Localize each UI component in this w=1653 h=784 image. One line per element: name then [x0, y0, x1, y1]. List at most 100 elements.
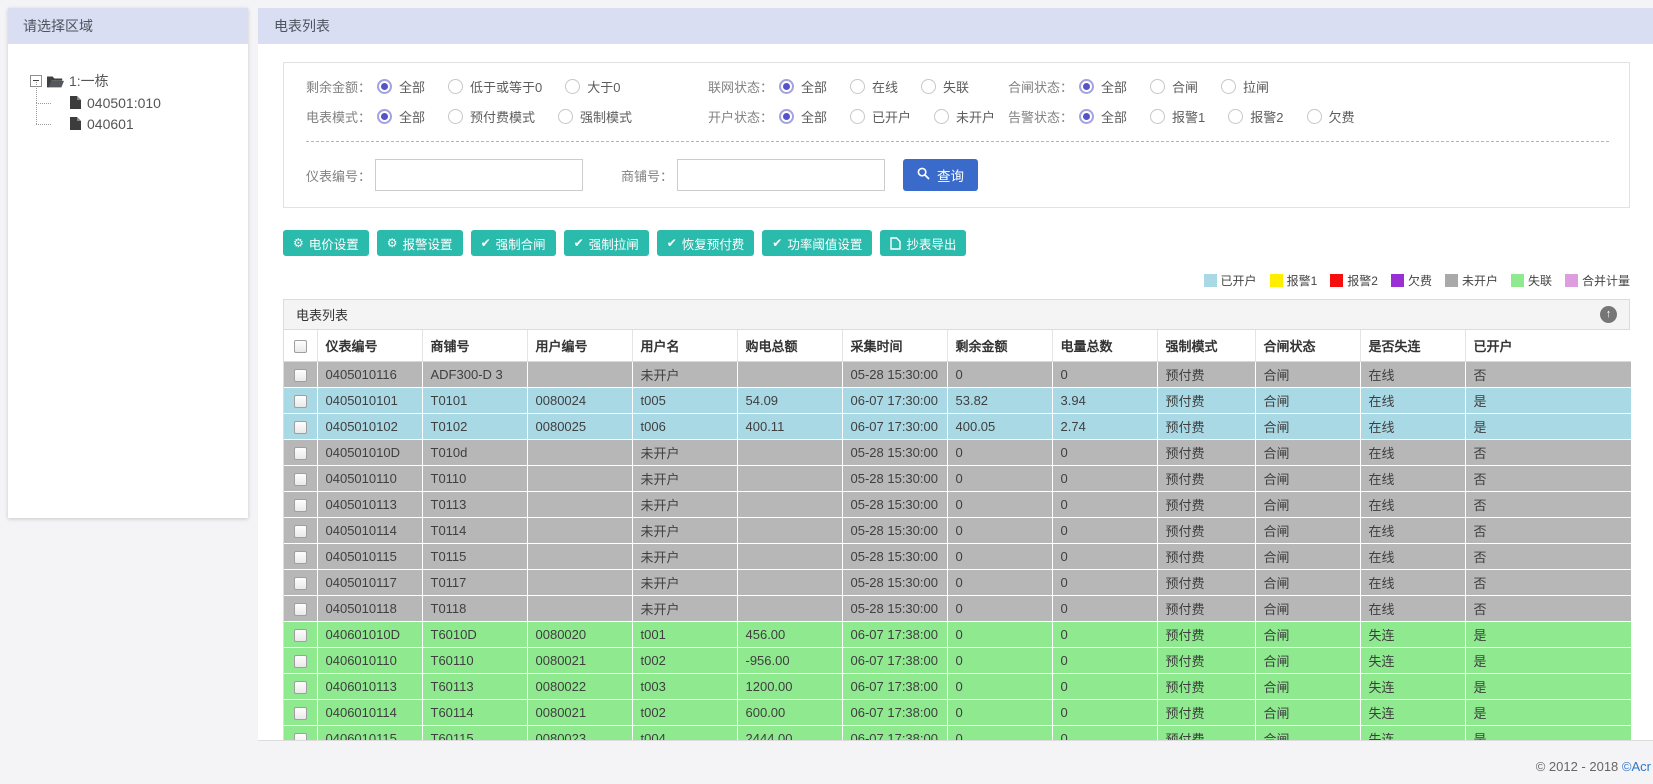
radio-icon[interactable]: [558, 109, 574, 124]
row-checkbox[interactable]: [293, 654, 307, 668]
radio-icon[interactable]: [1150, 79, 1166, 94]
radio-option[interactable]: 预付费模式: [448, 107, 535, 126]
radio-icon[interactable]: [934, 109, 950, 124]
radio-icon[interactable]: [448, 79, 464, 94]
row-checkbox[interactable]: [293, 550, 307, 564]
column-header[interactable]: 剩余金额: [947, 330, 1053, 362]
radio-option[interactable]: 全部: [377, 107, 425, 126]
table-row[interactable]: 0405010101 T0101 0080024 t005 54.09 06-07 17:…: [284, 387, 1631, 414]
radio-option[interactable]: 欠费: [1306, 107, 1355, 126]
table-row[interactable]: 0405010116 ADF300-D 3 未开户 05-28 15:30:00 0 0 预…: [284, 361, 1631, 388]
radio-option[interactable]: 未开户: [934, 107, 995, 126]
column-header[interactable]: 合闸状态: [1255, 330, 1361, 362]
table-row[interactable]: 0405010110 T0110 未开户 05-28 15:30:00 0 0 预付费 合闸在…: [284, 465, 1631, 492]
table-row[interactable]: 0406010115 T60115 0080023 t004 2444.00 06-07 …: [284, 725, 1631, 740]
action-button[interactable]: ✔ 恢复预付费: [656, 230, 755, 256]
table-row[interactable]: 0406010110 T60110 0080021 t002 -956.00 06-07 …: [284, 647, 1631, 674]
action-button[interactable]: 抄表导出: [880, 230, 967, 256]
select-all-checkbox[interactable]: [293, 339, 307, 353]
radio-icon[interactable]: [1306, 109, 1322, 124]
row-checkbox[interactable]: [293, 680, 307, 694]
table-row[interactable]: 0406010113 T60113 0080022 t003 1200.00 06-07 …: [284, 673, 1631, 700]
table-row[interactable]: 040501010D T010d 未开户 05-28 15:30:00 0 0 预付费 合闸在…: [284, 439, 1631, 466]
row-checkbox[interactable]: [293, 628, 307, 642]
action-button-label: 强制拉闸: [588, 237, 639, 252]
table-row[interactable]: 0405010102 T0102 0080025 t006 400.11 06-07 17…: [284, 413, 1631, 440]
column-header[interactable]: 用户编号: [527, 330, 633, 362]
table-row[interactable]: 0406010114 T60114 0080021 t002 600.00 06-07 1…: [284, 699, 1631, 726]
radio-icon[interactable]: [1150, 109, 1166, 124]
radio-icon[interactable]: [377, 79, 393, 94]
radio-option[interactable]: 报警1: [1150, 107, 1205, 126]
action-button[interactable]: ⚙ 电价设置: [283, 230, 369, 256]
row-checkbox[interactable]: [293, 368, 307, 382]
tree-node[interactable]: 040501:010: [30, 82, 240, 113]
radio-option[interactable]: 全部: [779, 77, 827, 96]
column-header[interactable]: 商铺号: [422, 330, 528, 362]
radio-icon[interactable]: [377, 109, 393, 124]
copyright-link[interactable]: ©Acr: [1622, 759, 1651, 774]
collapse-icon[interactable]: [1600, 306, 1617, 323]
radio-icon[interactable]: [779, 79, 795, 94]
row-checkbox[interactable]: [293, 602, 307, 616]
table-row[interactable]: 0405010115 T0115 未开户 05-28 15:30:00 0 0 预付费 合闸在…: [284, 543, 1631, 570]
tree-node[interactable]: 040601: [30, 103, 240, 134]
radio-option[interactable]: 全部: [377, 77, 425, 96]
row-checkbox[interactable]: [293, 472, 307, 486]
row-checkbox[interactable]: [293, 732, 307, 740]
column-header[interactable]: 强制模式: [1157, 330, 1256, 362]
radio-option[interactable]: 全部: [1079, 77, 1127, 96]
tree-node-label[interactable]: 040501:010: [87, 95, 161, 111]
radio-option[interactable]: 强制模式: [558, 107, 632, 126]
radio-option[interactable]: 拉闸: [1221, 77, 1269, 96]
radio-option[interactable]: 全部: [779, 107, 827, 126]
table-row[interactable]: 0405010118 T0118 未开户 05-28 15:30:00 0 0 预付费 合闸在…: [284, 595, 1631, 622]
column-header[interactable]: 采集时间: [842, 330, 948, 362]
query-button[interactable]: 查询: [903, 159, 979, 191]
column-header[interactable]: 是否失连: [1360, 330, 1466, 362]
radio-option[interactable]: 报警2: [1228, 107, 1284, 126]
row-checkbox[interactable]: [293, 706, 307, 720]
tree-node-label[interactable]: 040601: [87, 116, 134, 132]
radio-icon[interactable]: [1079, 79, 1095, 94]
row-checkbox[interactable]: [293, 524, 307, 538]
action-button[interactable]: ✔ 功率阈值设置: [762, 230, 873, 256]
row-checkbox[interactable]: [293, 576, 307, 590]
meter-no-input[interactable]: [375, 159, 584, 191]
table-row[interactable]: 0405010117 T0117 未开户 05-28 15:30:00 0 0 预付费 合闸在…: [284, 569, 1631, 596]
radio-icon[interactable]: [921, 79, 937, 94]
radio-icon[interactable]: [1221, 79, 1237, 94]
action-button[interactable]: ✔ 强制合闸: [470, 230, 556, 256]
tree-node-label[interactable]: 1:一栋: [69, 71, 109, 91]
radio-icon[interactable]: [850, 109, 866, 124]
column-header[interactable]: 电量总数: [1052, 330, 1158, 362]
radio-icon[interactable]: [565, 79, 581, 94]
radio-option[interactable]: 已开户: [850, 107, 911, 126]
action-button[interactable]: ⚙ 报警设置: [376, 230, 463, 256]
radio-icon[interactable]: [850, 79, 866, 94]
radio-icon[interactable]: [1079, 109, 1095, 124]
column-header[interactable]: 购电总额: [737, 330, 843, 362]
column-header[interactable]: 用户名: [632, 330, 738, 362]
radio-option[interactable]: 低于或等于0: [448, 77, 542, 96]
radio-icon[interactable]: [1228, 109, 1244, 124]
radio-option[interactable]: 失联: [921, 77, 969, 96]
table-row[interactable]: 0405010113 T0113 未开户 05-28 15:30:00 0 0 预付费 合闸在…: [284, 491, 1631, 518]
tree-node-root[interactable]: 1:一栋: [30, 70, 240, 92]
radio-icon[interactable]: [779, 109, 795, 124]
table-row[interactable]: 0405010114 T0114 未开户 05-28 15:30:00 0 0 预付费 合闸在…: [284, 517, 1631, 544]
radio-option[interactable]: 大于0: [565, 77, 621, 96]
row-checkbox[interactable]: [293, 420, 307, 434]
radio-option[interactable]: 在线: [850, 77, 898, 96]
radio-option[interactable]: 合闸: [1150, 77, 1198, 96]
column-header[interactable]: 已开户: [1465, 330, 1631, 362]
row-checkbox[interactable]: [293, 394, 307, 408]
column-header[interactable]: 仪表编号: [317, 330, 423, 362]
radio-icon[interactable]: [448, 109, 464, 124]
row-checkbox[interactable]: [293, 498, 307, 512]
radio-option[interactable]: 全部: [1079, 107, 1127, 126]
table-row[interactable]: 040601010D T6010D 0080020 t001 456.00 06-07 1…: [284, 621, 1631, 648]
action-button[interactable]: ✔ 强制拉闸: [563, 230, 649, 256]
row-checkbox[interactable]: [293, 446, 307, 460]
shop-no-input[interactable]: [677, 159, 886, 191]
